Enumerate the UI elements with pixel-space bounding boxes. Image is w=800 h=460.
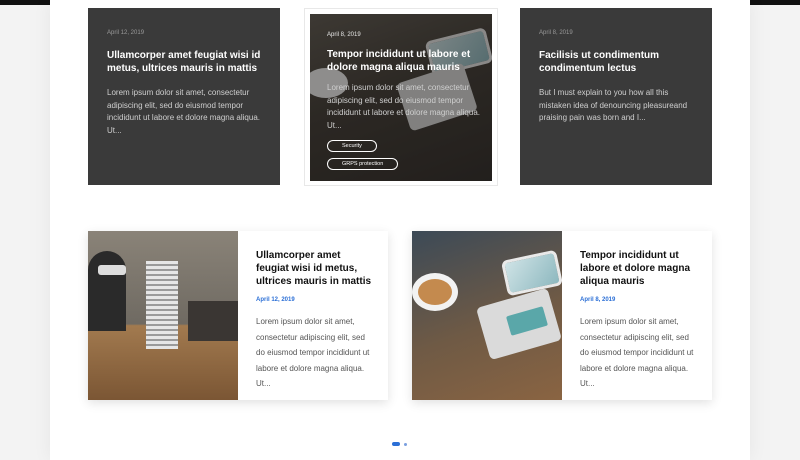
post-card-dark-2[interactable]: April 8, 2019 Facilisis ut condimentum c… — [520, 8, 712, 185]
tag-grps-protection[interactable]: GRPS protection — [327, 158, 399, 170]
pagination-dot[interactable] — [404, 442, 407, 446]
post-card-horizontal-1[interactable]: Ullamcorper amet feugiat wisi id metus, … — [88, 231, 388, 400]
post-title[interactable]: Facilisis ut condimentum condimentum lec… — [539, 49, 698, 75]
post-excerpt: Lorem ipsum dolor sit amet, consectetur … — [327, 83, 480, 130]
post-title[interactable]: Tempor incididunt ut labore et dolore ma… — [327, 48, 482, 74]
person-right-image — [188, 301, 238, 341]
vr-headset-icon — [98, 265, 126, 275]
pagination-dot-active[interactable] — [392, 442, 400, 446]
post-thumbnail-vr-building[interactable] — [88, 231, 238, 400]
post-card-horizontal-2[interactable]: Tempor incididunt ut labore et dolore ma… — [412, 231, 712, 400]
post-excerpt: Lorem ipsum dolor sit amet, consectetur … — [580, 317, 694, 388]
post-date: April 12, 2019 — [256, 297, 295, 303]
carousel-pagination — [392, 442, 407, 446]
post-title[interactable]: Ullamcorper amet feugiat wisi id metus, … — [256, 249, 374, 288]
post-excerpt: Lorem ipsum dolor sit amet, consectetur … — [107, 88, 260, 135]
post-tags: Security GRPS protection — [327, 140, 482, 170]
post-card-dark-1[interactable]: April 12, 2019 Ullamcorper amet feugiat … — [88, 8, 280, 185]
person-vr-headset-image — [88, 251, 126, 331]
blog-section: April 12, 2019 Ullamcorper amet feugiat … — [50, 0, 750, 460]
phone-image — [500, 249, 562, 297]
post-date: April 8, 2019 — [327, 32, 361, 38]
post-card-featured-wrapper: April 8, 2019 Tempor incididunt ut labor… — [304, 8, 498, 186]
post-date: April 8, 2019 — [539, 30, 573, 36]
post-card-image[interactable]: April 8, 2019 Tempor incididunt ut labor… — [310, 14, 492, 181]
post-excerpt: Lorem ipsum dolor sit amet, consectetur … — [256, 317, 370, 388]
coffee-image — [418, 279, 452, 305]
post-excerpt: But I must explain to you how all this m… — [539, 88, 688, 122]
top-edge-bar-left — [0, 0, 50, 5]
building-model-image — [146, 261, 178, 349]
post-date: April 8, 2019 — [580, 297, 616, 303]
top-edge-bar-right — [750, 0, 800, 5]
tag-security[interactable]: Security — [327, 140, 377, 152]
post-thumbnail-payment[interactable] — [412, 231, 562, 400]
post-title[interactable]: Tempor incididunt ut labore et dolore ma… — [580, 249, 698, 288]
post-title[interactable]: Ullamcorper amet feugiat wisi id metus, … — [107, 49, 266, 75]
post-date: April 12, 2019 — [107, 30, 145, 36]
